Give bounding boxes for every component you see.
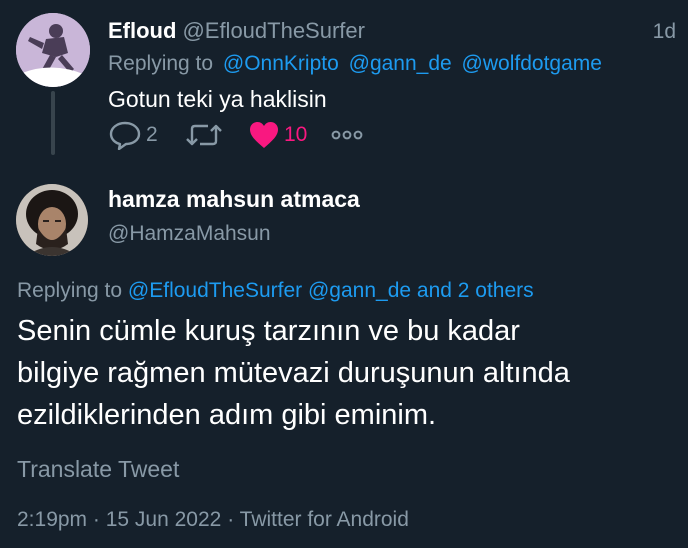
retweet-icon	[184, 120, 224, 150]
avatar[interactable]	[16, 184, 88, 256]
tweet-text-line: ezildiklerinden adım gibi eminim.	[17, 399, 437, 431]
tweet-text: Gotun teki ya haklisin	[108, 86, 327, 112]
author-name[interactable]: Efloud	[108, 18, 176, 43]
more-icon	[330, 122, 364, 148]
reply-button[interactable]: 2	[108, 120, 158, 150]
more-button[interactable]	[330, 122, 364, 148]
tweet-time[interactable]: 1d	[653, 20, 676, 44]
replying-prefix: Replying to	[108, 52, 214, 75]
mention-link[interactable]: @wolfdotgame	[462, 52, 602, 75]
mention-link[interactable]: @EfloudTheSurfer	[128, 279, 302, 302]
tweet-time[interactable]: 2:19pm	[17, 508, 87, 531]
mention-link[interactable]: @OnnKripto	[223, 52, 339, 75]
meta-separator: ·	[227, 508, 235, 531]
mention-link[interactable]: @gann_de	[349, 52, 452, 75]
heart-icon	[248, 120, 280, 150]
tweet-date[interactable]: 15 Jun 2022	[106, 508, 222, 531]
author-name[interactable]: hamza mahsun atmaca	[108, 186, 360, 213]
like-button[interactable]: 10	[248, 120, 307, 150]
others-link[interactable]: and 2 others	[417, 279, 534, 302]
parent-header: Efloud @EfloudTheSurfer	[108, 18, 365, 44]
mention-link[interactable]: @gann_de	[308, 279, 411, 302]
replying-to: Replying to @EfloudTheSurfer @gann_de an…	[17, 279, 534, 303]
retweet-button[interactable]	[184, 120, 224, 150]
tweet-text-line: bilgiye rağmen mütevazi duruşunun altınd…	[17, 357, 570, 389]
like-count: 10	[284, 123, 308, 146]
avatar[interactable]	[16, 13, 90, 87]
tweet-source[interactable]: Twitter for Android	[240, 508, 409, 531]
author-handle[interactable]: @EfloudTheSurfer	[182, 18, 365, 43]
replying-prefix: Replying to	[17, 279, 123, 302]
reply-count: 2	[146, 123, 158, 146]
replying-to: Replying to @OnnKripto @gann_de @wolfdot…	[108, 52, 602, 76]
tweet-text-line: Senin cümle kuruş tarzının ve bu kadar	[17, 315, 520, 347]
tweet-meta: 2:19pm · 15 Jun 2022 · Twitter for Andro…	[17, 508, 409, 532]
author-handle[interactable]: @HamzaMahsun	[108, 222, 271, 246]
thread-line	[51, 91, 55, 155]
reply-icon	[108, 120, 142, 150]
tweet-text: Senin cümle kuruş tarzının ve bu kadar b…	[17, 310, 677, 436]
meta-separator: ·	[92, 508, 100, 531]
translate-tweet-link[interactable]: Translate Tweet	[17, 456, 179, 483]
